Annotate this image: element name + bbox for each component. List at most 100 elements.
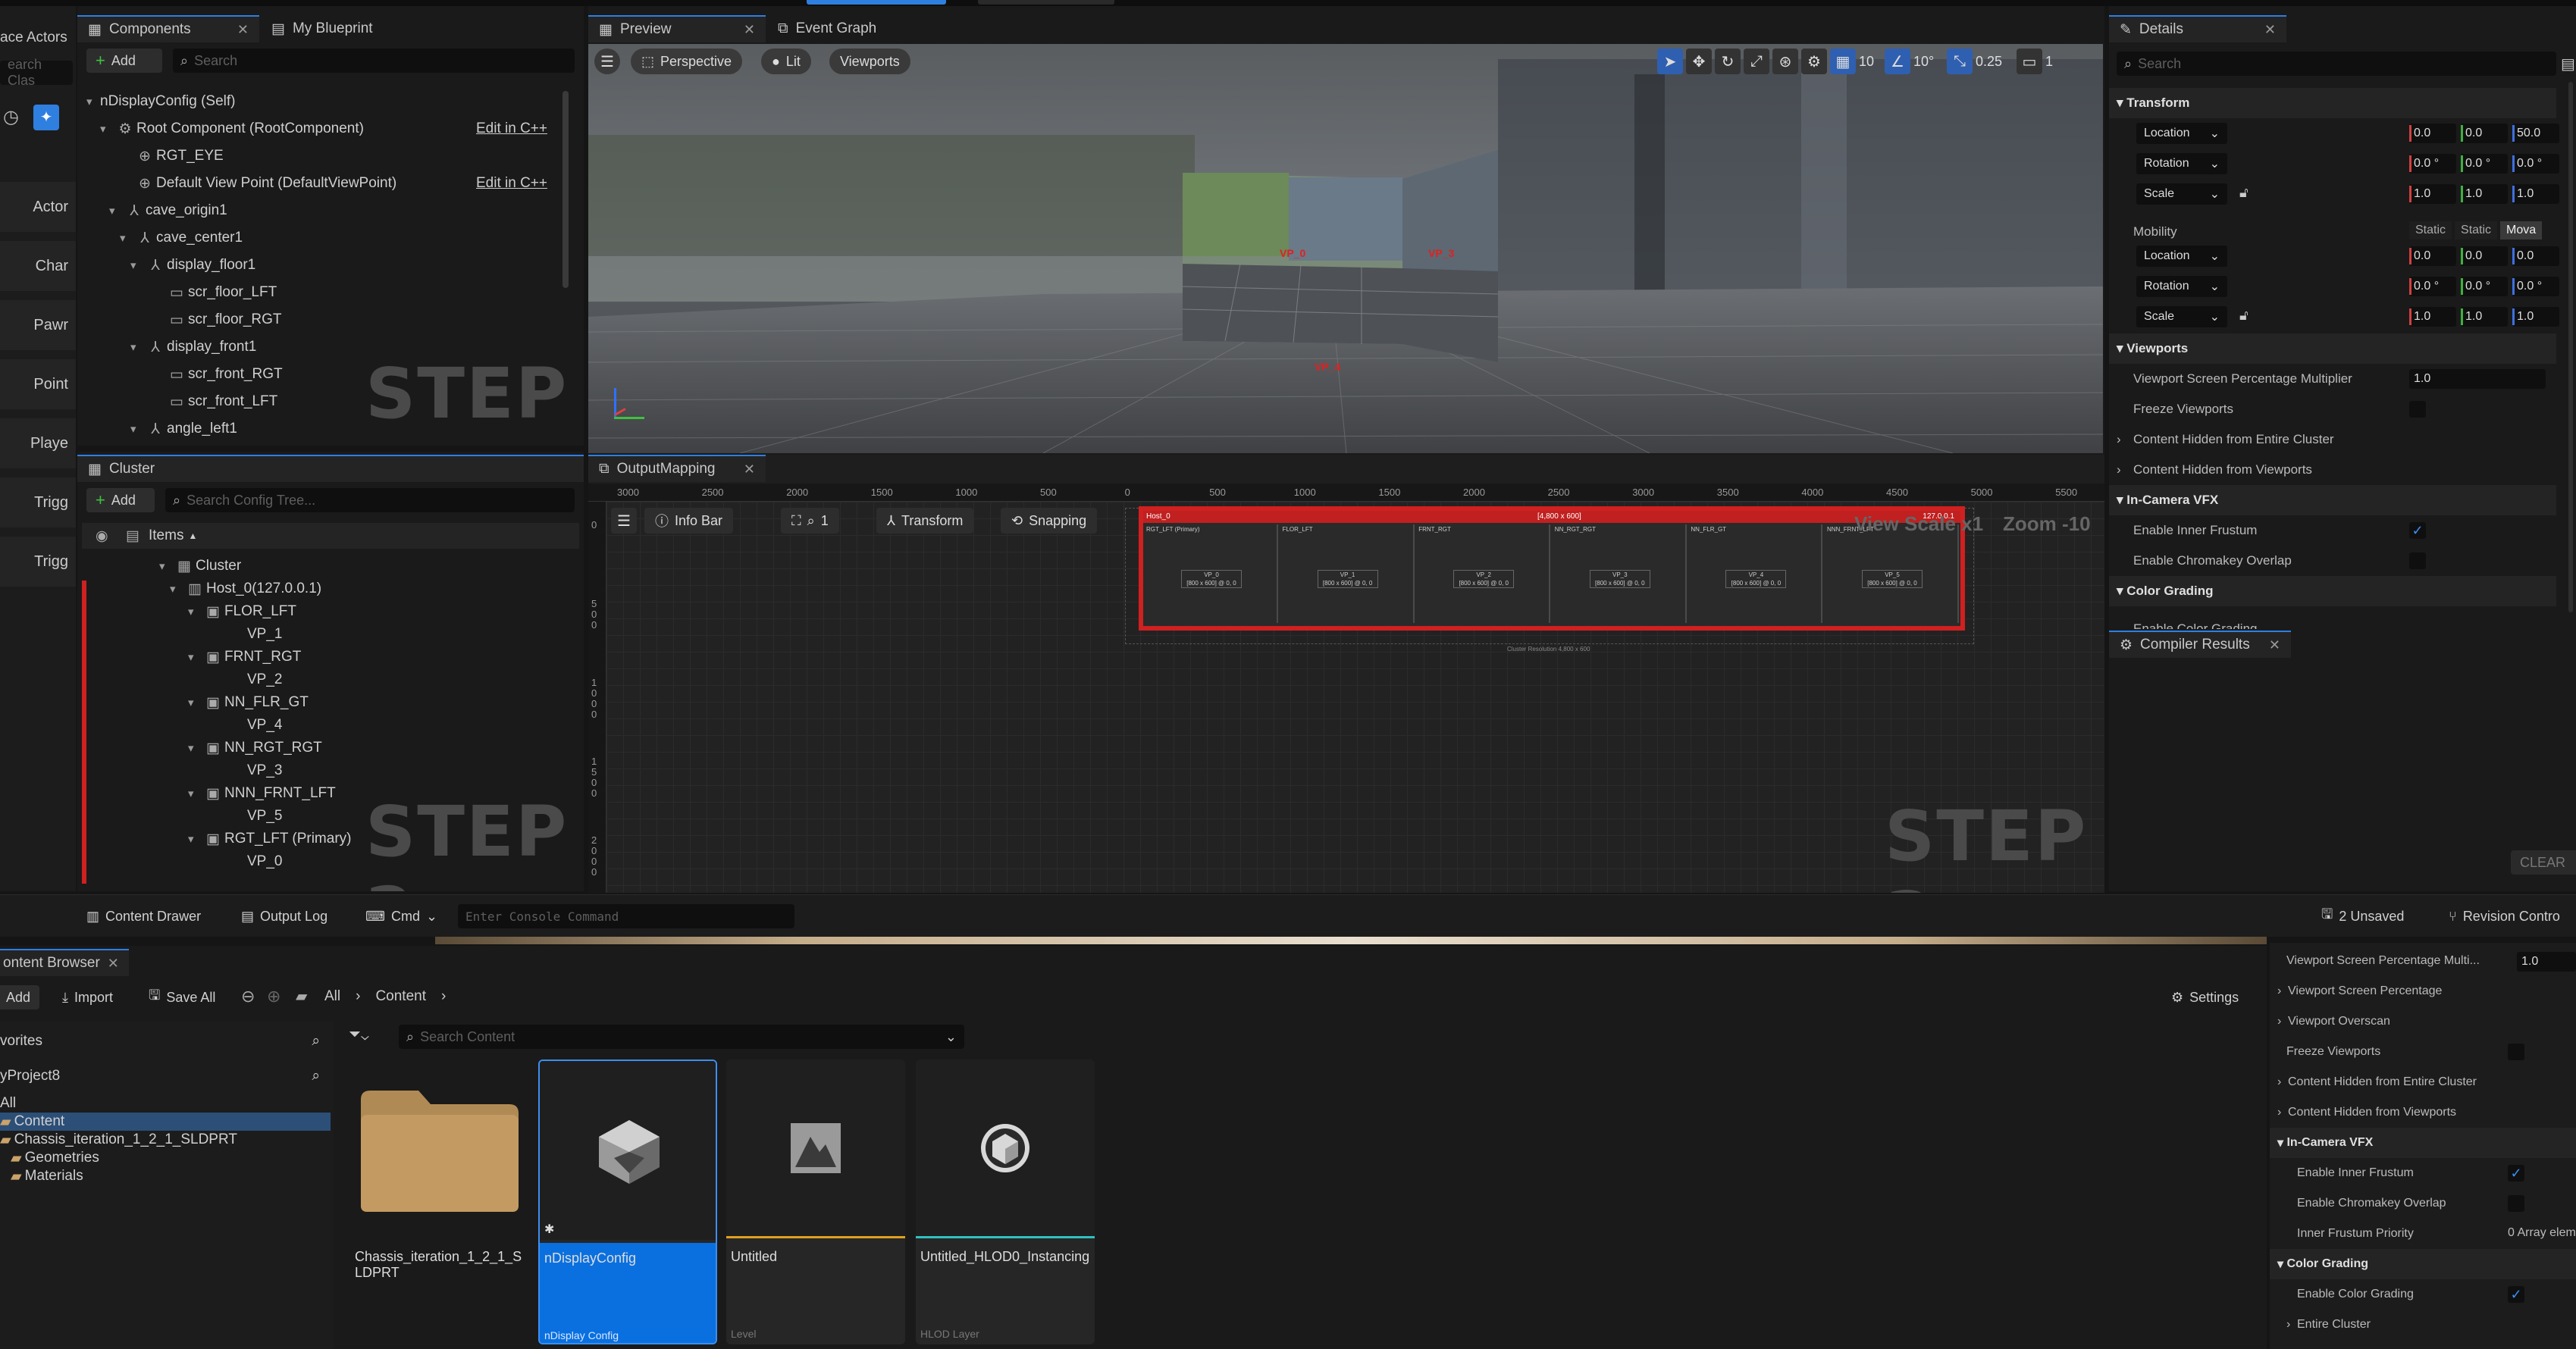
components-search[interactable]: ⌕ Search xyxy=(173,49,575,73)
scale1-x[interactable]: 1.0 xyxy=(2409,184,2456,204)
entire-cluster-row[interactable]: › Entire Cluster xyxy=(2270,1310,2576,1340)
cluster-tree-item[interactable]: ▾ ▦ Cluster xyxy=(159,555,241,577)
breadcrumb-all[interactable]: All xyxy=(324,988,340,1005)
components-tab[interactable]: ▦ Components ✕ xyxy=(77,15,259,42)
surface-snap-icon[interactable]: ⚙ xyxy=(1801,49,1827,74)
menu-icon[interactable]: ☰ xyxy=(611,508,637,534)
viewport-box[interactable]: FRNT_RGT VP_2 [800 x 600] @ 0, 0 xyxy=(1415,524,1551,623)
grid-snap-icon[interactable]: ▦ xyxy=(1830,49,1856,74)
tree-geometries[interactable]: ▰ Geometries xyxy=(11,1149,99,1167)
pawn-item[interactable]: Pawr xyxy=(0,300,76,350)
icvfx-section[interactable]: ▾ In-Camera VFX xyxy=(2109,485,2556,515)
edit-in-cpp-link[interactable]: Edit in C++ xyxy=(476,121,547,137)
sort-asc-icon[interactable]: ▲ xyxy=(188,531,197,541)
camera-speed-icon[interactable]: ▭ xyxy=(2017,49,2042,74)
cmd-dropdown[interactable]: ⌨ Cmd ⌄ xyxy=(356,904,447,928)
basic-icon[interactable]: ✦ xyxy=(33,105,59,130)
vp-multiplier-input[interactable]: 1.0 xyxy=(2409,369,2546,389)
component-tree-item[interactable]: ▭ scr_floor_LFT xyxy=(152,279,547,306)
component-tree-item[interactable]: ⊕ Default View Point (DefaultViewPoint) Ed… xyxy=(120,170,547,197)
favorites-header[interactable]: vorites ⌕ xyxy=(0,1028,334,1055)
loc1-y[interactable]: 0.0 xyxy=(2461,124,2508,143)
breadcrumb-content[interactable]: Content xyxy=(375,988,426,1005)
project-header[interactable]: yProject8 ⌕ xyxy=(0,1063,334,1090)
place-actors-search[interactable]: earch Clas xyxy=(0,57,73,88)
mobility-stationary-option[interactable]: Static xyxy=(2455,221,2498,239)
close-icon[interactable]: ✕ xyxy=(237,22,249,38)
rotation-dropdown-2[interactable]: Rotation ⌄ xyxy=(2136,276,2227,297)
collapse-icon[interactable]: ▾ xyxy=(109,204,123,218)
info-bar-button[interactable]: ⓘ Info Bar xyxy=(644,508,734,534)
rot1-z[interactable]: 0.0 ° xyxy=(2512,154,2559,174)
collapse-icon[interactable]: ▾ xyxy=(130,422,144,436)
close-icon[interactable]: ✕ xyxy=(108,956,119,972)
icvfx-section-2[interactable]: ▾ In-Camera VFX xyxy=(2270,1128,2576,1158)
preview-tab[interactable]: ▦ Preview ✕ xyxy=(588,15,766,42)
loc1-x[interactable]: 0.0 xyxy=(2409,124,2456,143)
content-drawer-button[interactable]: ▥ Content Drawer xyxy=(77,904,210,928)
details-search[interactable]: ⌕ Search xyxy=(2117,52,2556,76)
viewport-box[interactable]: RGT_LFT (Primary) VP_0 [800 x 600] @ 0, 0 xyxy=(1143,524,1278,623)
cluster-tree-item[interactable]: ▾ ▣ NNN_FRNT_LFT xyxy=(188,782,336,805)
rot2-z[interactable]: 0.0 ° xyxy=(2512,277,2559,296)
component-tree-item[interactable]: ▾ ⅄ cave_center1 xyxy=(120,224,547,252)
compiler-results-tab[interactable]: ⚙ Compiler Results ✕ xyxy=(2109,631,2291,658)
snapping-button[interactable]: ⟲ Snapping xyxy=(1001,508,1098,534)
content-search[interactable]: ⌕ Search Content ⌄ xyxy=(399,1025,964,1049)
clear-button[interactable]: CLEAR xyxy=(2511,850,2576,875)
revision-control-button[interactable]: ⑂ Revision Contro xyxy=(2440,904,2569,928)
unsaved-button[interactable]: 🖫︎ 2 Unsaved xyxy=(2312,904,2413,928)
rot2-y[interactable]: 0.0 ° xyxy=(2461,277,2508,296)
component-tree-item[interactable]: ⊕ RGT_EYE xyxy=(120,142,547,170)
loc2-x[interactable]: 0.0 xyxy=(2409,246,2456,266)
freeze-checkbox[interactable] xyxy=(2409,401,2426,418)
loc1-z[interactable]: 50.0 xyxy=(2512,124,2559,143)
close-icon[interactable]: ✕ xyxy=(744,22,755,38)
freeze-checkbox-2[interactable] xyxy=(2508,1044,2524,1060)
rotation-snap-icon[interactable]: ∠ xyxy=(1885,49,1910,74)
rotate-icon[interactable]: ↻ xyxy=(1715,49,1741,74)
filter-icon[interactable]: ⏷⌄ xyxy=(349,1026,369,1044)
color-grading-section[interactable]: ▾ Color Grading xyxy=(2109,576,2556,606)
mobility-static-option[interactable]: Static xyxy=(2409,221,2452,239)
viewports-button[interactable]: Viewports xyxy=(829,49,910,74)
tree-materials[interactable]: ▰ Materials xyxy=(11,1167,83,1185)
component-tree-item[interactable]: ▾ ⅄ display_floor1 xyxy=(130,252,547,279)
add-cluster-button[interactable]: + Add xyxy=(86,488,155,512)
mobility-movable-option[interactable]: Mova xyxy=(2500,221,2543,239)
component-tree-item[interactable]: ▾ ⅄ cave_origin1 xyxy=(109,197,547,224)
scale2-z[interactable]: 1.0 xyxy=(2512,307,2559,327)
asset-folder[interactable]: Chassis_iteration_1_2_1_SLDPRT xyxy=(350,1059,529,1344)
move-icon[interactable]: ✥ xyxy=(1686,49,1712,74)
tree-content[interactable]: ▰ Content xyxy=(0,1113,331,1131)
tree-chassis[interactable]: ▰ Chassis_iteration_1_2_1_SLDPRT xyxy=(0,1131,237,1149)
recent-icon[interactable]: ◷ xyxy=(3,106,26,129)
cluster-tree-item[interactable]: ▾ ▣ NN_FLR_GT xyxy=(188,691,309,714)
forward-icon[interactable]: ⊕ xyxy=(267,987,280,1006)
trigger-box-item[interactable]: Trigg xyxy=(0,477,76,527)
scale1-z[interactable]: 1.0 xyxy=(2512,184,2559,204)
scale-snap-value[interactable]: 0.25 xyxy=(1976,54,2013,70)
scale1-y[interactable]: 1.0 xyxy=(2461,184,2508,204)
hidden-vp-row-2[interactable]: › Content Hidden from Viewports xyxy=(2270,1097,2576,1128)
menu-icon[interactable]: ☰ xyxy=(594,49,620,74)
rot1-x[interactable]: 0.0 ° xyxy=(2409,154,2456,174)
collapse-icon[interactable]: ▾ xyxy=(188,832,202,846)
save-all-button[interactable]: 🖫︎ Save All xyxy=(139,985,224,1009)
camera-speed-value[interactable]: 1 xyxy=(2045,54,2060,70)
rot2-x[interactable]: 0.0 ° xyxy=(2409,277,2456,296)
cluster-search[interactable]: ⌕ Search Config Tree... xyxy=(165,488,575,512)
preview-viewport[interactable]: VP_0 VP_3 VP_4 xyxy=(588,44,2103,453)
rotation-dropdown-1[interactable]: Rotation ⌄ xyxy=(2136,153,2227,174)
collapse-icon[interactable]: ▾ xyxy=(188,787,202,800)
transform-button[interactable]: ⅄ Transform xyxy=(876,508,974,534)
eye-icon[interactable]: ◉ xyxy=(96,527,126,545)
items-header[interactable]: ◉ ▤ Items ▲ xyxy=(96,523,197,549)
scale2-x[interactable]: 1.0 xyxy=(2409,307,2456,327)
drawer-handle[interactable] xyxy=(435,937,2267,944)
viewport-box[interactable]: FLOR_LFT VP_1 [800 x 600] @ 0, 0 xyxy=(1280,524,1415,623)
cluster-tree-item[interactable]: ▾ ▣ NN_RGT_RGT xyxy=(188,737,322,759)
details-scrollbar[interactable] xyxy=(2568,82,2573,612)
collapse-icon[interactable]: ▾ xyxy=(170,582,183,596)
details-options-icon[interactable]: ▤ xyxy=(2561,55,2575,74)
